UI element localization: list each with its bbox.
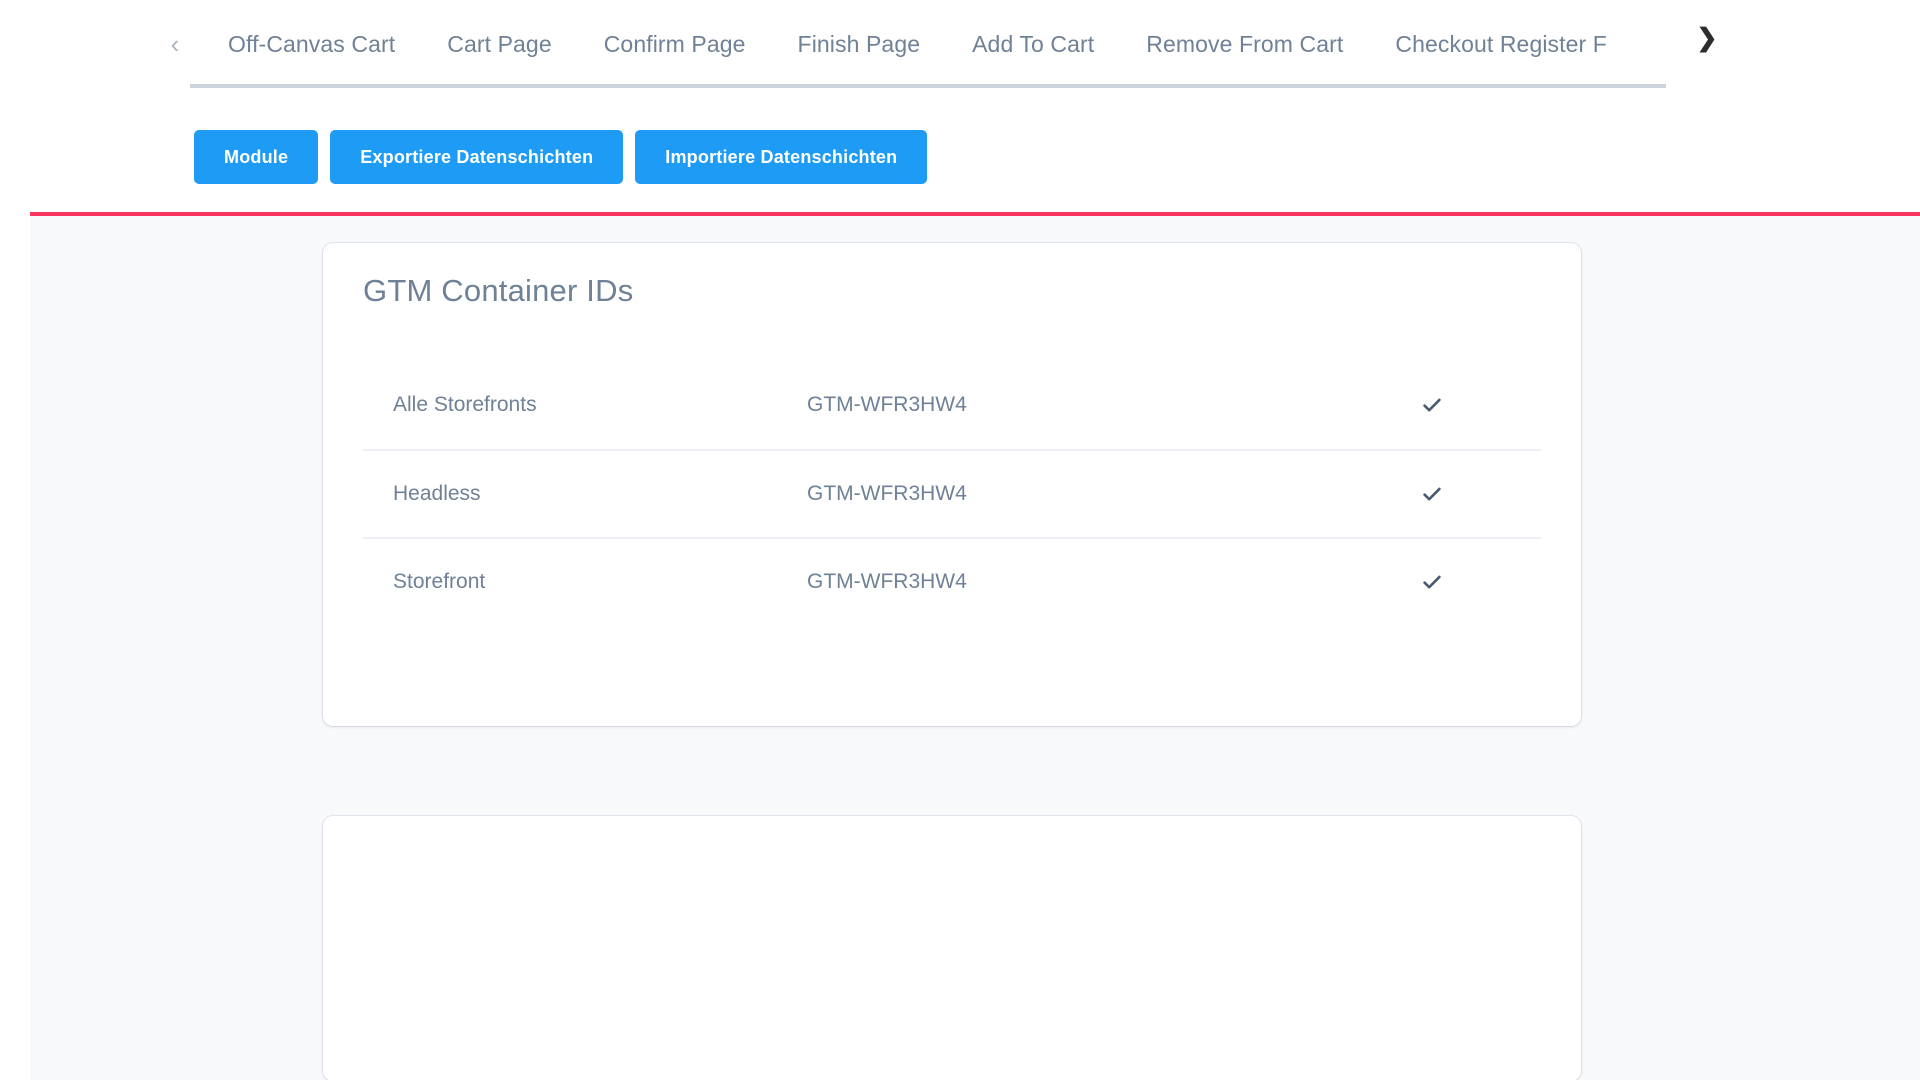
tab-add-to-cart[interactable]: Add To Cart	[946, 31, 1120, 58]
container-ids-list: Alle Storefronts GTM-WFR3HW4 Headless GT…	[363, 361, 1541, 625]
import-datalayers-button[interactable]: Importiere Datenschichten	[635, 130, 928, 184]
tab-list: Off-Canvas Cart Cart Page Confirm Page F…	[202, 31, 1633, 58]
row-container-id: GTM-WFR3HW4	[807, 393, 967, 416]
tab-cart-page[interactable]: Cart Page	[421, 31, 577, 58]
app-root: ‹ Off-Canvas Cart Cart Page Confirm Page…	[0, 0, 1920, 1080]
secondary-card	[323, 816, 1581, 1080]
chevron-left-icon[interactable]: ‹	[158, 31, 192, 57]
export-datalayers-button[interactable]: Exportiere Datenschichten	[330, 130, 624, 184]
tab-finish-page[interactable]: Finish Page	[772, 31, 947, 58]
module-toolbar: Module Exportiere Datenschichten Importi…	[194, 130, 928, 184]
row-label: Headless	[393, 482, 481, 505]
check-icon	[1421, 394, 1541, 416]
gtm-container-ids-card: GTM Container IDs Alle Storefronts GTM-W…	[323, 243, 1581, 726]
table-row[interactable]: Storefront GTM-WFR3HW4	[363, 537, 1541, 625]
row-label: Storefront	[393, 570, 486, 593]
tab-remove-from-cart[interactable]: Remove From Cart	[1120, 31, 1369, 58]
tab-strip-underline	[190, 84, 1666, 88]
row-container-id: GTM-WFR3HW4	[807, 570, 967, 593]
row-label: Alle Storefronts	[393, 393, 537, 416]
check-icon	[1421, 483, 1541, 505]
tab-off-canvas-cart[interactable]: Off-Canvas Cart	[202, 31, 421, 58]
tab-strip: ‹ Off-Canvas Cart Cart Page Confirm Page…	[0, 0, 1920, 88]
tab-checkout-register[interactable]: Checkout Register F	[1369, 31, 1633, 58]
module-button[interactable]: Module	[194, 130, 319, 184]
table-row[interactable]: Alle Storefronts GTM-WFR3HW4	[363, 361, 1541, 449]
tab-confirm-page[interactable]: Confirm Page	[578, 31, 772, 58]
chevron-right-icon[interactable]: ❯	[1694, 26, 1720, 51]
table-row[interactable]: Headless GTM-WFR3HW4	[363, 449, 1541, 537]
card-title: GTM Container IDs	[363, 273, 634, 308]
check-icon	[1421, 571, 1541, 593]
row-container-id: GTM-WFR3HW4	[807, 482, 967, 505]
content-area: GTM Container IDs Alle Storefronts GTM-W…	[30, 216, 1920, 1080]
